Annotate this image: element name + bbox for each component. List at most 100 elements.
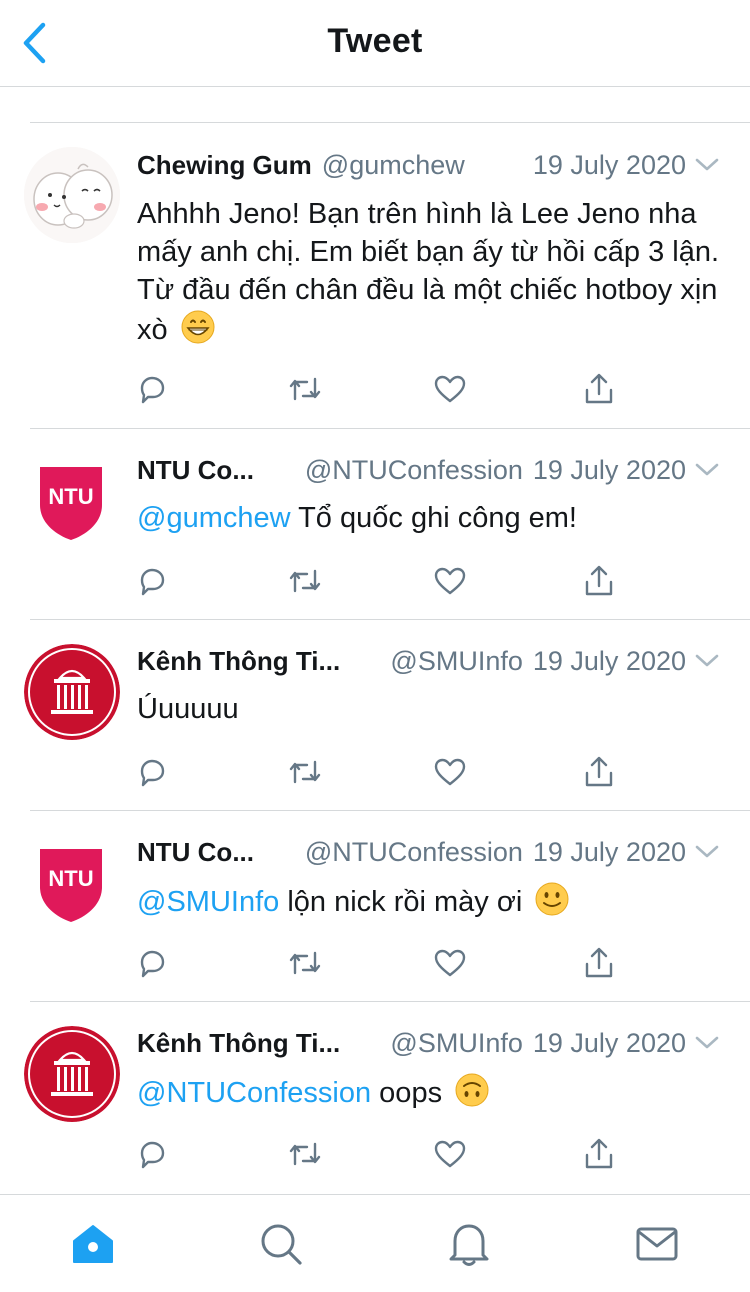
reply-icon [140, 759, 165, 787]
timestamp: 19 July 2020 [532, 149, 686, 180]
share-button[interactable] [579, 943, 619, 983]
chevron-down-icon [695, 845, 719, 858]
avatar[interactable] [24, 147, 120, 243]
retweet-icon [289, 760, 321, 784]
share-button[interactable] [579, 561, 619, 601]
more-options-button[interactable] [694, 652, 720, 670]
mention-link[interactable]: @gumchew [137, 502, 291, 534]
display-name[interactable]: Chewing Gum [137, 150, 312, 181]
heart-icon [434, 1140, 466, 1168]
avatar-label: NTU [48, 866, 94, 891]
heart-icon [434, 758, 466, 786]
tab-notifications[interactable] [446, 1221, 492, 1267]
chevron-down-icon [695, 1036, 719, 1049]
timestamp: 19 July 2020 [532, 1027, 686, 1058]
grinning-face-emoji [181, 310, 215, 344]
tweet-text-content: Tổ quốc ghi công em! [290, 502, 577, 534]
avatar[interactable] [24, 644, 120, 740]
reply-button[interactable] [132, 752, 172, 792]
more-options-button[interactable] [694, 843, 720, 861]
tweet-header: Chewing Gum @gumchew 19 July 2020 [137, 145, 720, 185]
display-name[interactable]: NTU Co... [137, 837, 254, 868]
mention-link[interactable]: @NTUConfession [137, 1077, 371, 1109]
chevron-down-icon [695, 463, 719, 476]
share-icon [585, 756, 613, 787]
tweet-text: Úuuuuu [137, 693, 239, 725]
share-icon [585, 373, 613, 404]
username[interactable]: @gumchew [322, 150, 465, 181]
tweet-header: NTU Co... @NTUConfession 19 July 2020 [137, 832, 720, 872]
tweet-text-content: Ahhhh Jeno! Bạn trên hình là Lee Jeno nh… [137, 198, 720, 346]
retweet-icon [289, 377, 321, 401]
heart-icon [434, 567, 466, 595]
bottom-tab-bar [0, 1194, 750, 1292]
tweet-text-content: oops [371, 1077, 443, 1109]
tweet-reply[interactable]: Chewing Gum @gumchew 19 July 2020 Ahhhh … [0, 123, 750, 429]
tweet-reply[interactable]: Kênh Thông Ti... @SMUInfo 19 July 2020 Ú… [0, 620, 750, 811]
like-button[interactable] [430, 752, 470, 792]
tab-search[interactable] [258, 1221, 304, 1267]
chevron-down-icon [695, 158, 719, 171]
slightly-smiling-face-emoji [535, 882, 569, 916]
avatar-label: NTU [48, 484, 94, 509]
retweet-button[interactable] [285, 752, 325, 792]
like-button[interactable] [430, 369, 470, 409]
reply-icon [140, 568, 165, 596]
tweet-text: @gumchew Tổ quốc ghi công em! [137, 499, 720, 537]
timestamp: 19 July 2020 [532, 836, 686, 867]
tweet-reply[interactable]: NTU NTU Co... @NTUConfession 19 July 202… [0, 811, 750, 1002]
chevron-down-icon [695, 654, 719, 667]
username[interactable]: @SMUInfo [390, 1028, 522, 1059]
tab-home[interactable] [70, 1221, 116, 1267]
messages-icon [636, 1227, 678, 1261]
username[interactable]: @NTUConfession [305, 455, 523, 486]
tweet-actions [0, 369, 750, 409]
tweet-reply[interactable]: NTU NTU Co... @NTUConfession 19 July 202… [0, 429, 750, 620]
tweet-text: @NTUConfession oops [137, 1072, 720, 1112]
tab-messages[interactable] [634, 1221, 680, 1267]
retweet-icon [289, 569, 321, 593]
home-icon [73, 1225, 113, 1263]
retweet-button[interactable] [285, 369, 325, 409]
reply-icon [140, 376, 165, 404]
share-button[interactable] [579, 1134, 619, 1174]
display-name[interactable]: NTU Co... [137, 455, 254, 486]
more-options-button[interactable] [694, 461, 720, 479]
tweet-actions [0, 943, 750, 983]
smu-building-avatar [24, 1026, 120, 1122]
display-name[interactable]: Kênh Thông Ti... [137, 1028, 340, 1059]
more-options-button[interactable] [694, 1034, 720, 1052]
display-name[interactable]: Kênh Thông Ti... [137, 646, 340, 677]
like-button[interactable] [430, 561, 470, 601]
tweet-actions [0, 1134, 750, 1174]
retweet-button[interactable] [285, 943, 325, 983]
username[interactable]: @NTUConfession [305, 837, 523, 868]
like-button[interactable] [430, 1134, 470, 1174]
tweet-reply[interactable]: Kênh Thông Ti... @SMUInfo 19 July 2020 @… [0, 1002, 750, 1194]
share-button[interactable] [579, 369, 619, 409]
share-icon [585, 565, 613, 596]
reply-button[interactable] [132, 369, 172, 409]
reply-button[interactable] [132, 561, 172, 601]
reply-button[interactable] [132, 1134, 172, 1174]
mention-link[interactable]: @SMUInfo [137, 886, 279, 918]
avatar[interactable] [24, 1026, 120, 1122]
search-icon [261, 1224, 302, 1265]
tweet-text: @SMUInfo lộn nick rồi mày ơi [137, 881, 720, 921]
heart-icon [434, 375, 466, 403]
tweet-text-content: lộn nick rồi mày ơi [279, 886, 523, 918]
share-icon [585, 1138, 613, 1169]
tweet-text: Ahhhh Jeno! Bạn trên hình là Lee Jeno nh… [137, 195, 720, 349]
heart-icon [434, 949, 466, 977]
reply-icon [140, 1141, 165, 1169]
top-navigation-bar: Tweet [0, 0, 750, 87]
reply-button[interactable] [132, 943, 172, 983]
more-options-button[interactable] [694, 156, 720, 174]
username[interactable]: @SMUInfo [390, 646, 522, 677]
like-button[interactable] [430, 943, 470, 983]
retweet-button[interactable] [285, 561, 325, 601]
share-button[interactable] [579, 752, 619, 792]
reply-icon [140, 950, 165, 978]
retweet-button[interactable] [285, 1134, 325, 1174]
share-icon [585, 947, 613, 978]
